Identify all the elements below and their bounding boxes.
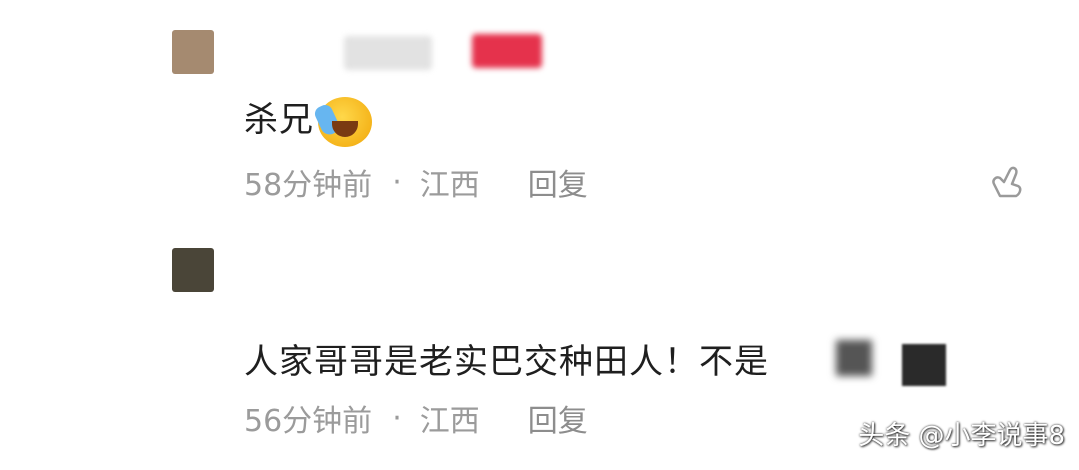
watermark: 头条 @小李说事8 xyxy=(858,421,1065,451)
badge-redacted xyxy=(472,34,542,68)
reply-button[interactable]: 回复 xyxy=(528,160,588,204)
comment-text: 人家哥哥是老实巴交种田人！不是 xyxy=(244,334,769,383)
comment-meta: 56分钟前 · 江西 回复 xyxy=(244,396,588,440)
meta-separator: · xyxy=(392,164,402,200)
comment-time: 56分钟前 xyxy=(244,404,373,439)
comment-location: 江西 xyxy=(419,168,480,203)
censor-block xyxy=(836,340,872,376)
laughing-crying-emoji-icon xyxy=(312,96,372,147)
comment-text: 杀兄 xyxy=(244,92,372,147)
comment-time: 58分钟前 xyxy=(244,168,373,203)
comment-location: 江西 xyxy=(419,404,480,439)
meta-separator: · xyxy=(392,400,402,436)
reply-button[interactable]: 回复 xyxy=(528,396,588,440)
comment-meta: 58分钟前 · 江西 回复 xyxy=(244,160,588,204)
comment-text-content: 人家哥哥是老实巴交种田人！不是 xyxy=(244,342,769,382)
censor-block xyxy=(902,344,946,386)
avatar[interactable] xyxy=(172,248,214,292)
comment-text-content: 杀兄 xyxy=(244,100,314,140)
avatar[interactable] xyxy=(172,30,214,74)
username-redacted xyxy=(344,36,432,70)
thumbs-up-icon[interactable] xyxy=(986,162,1026,202)
